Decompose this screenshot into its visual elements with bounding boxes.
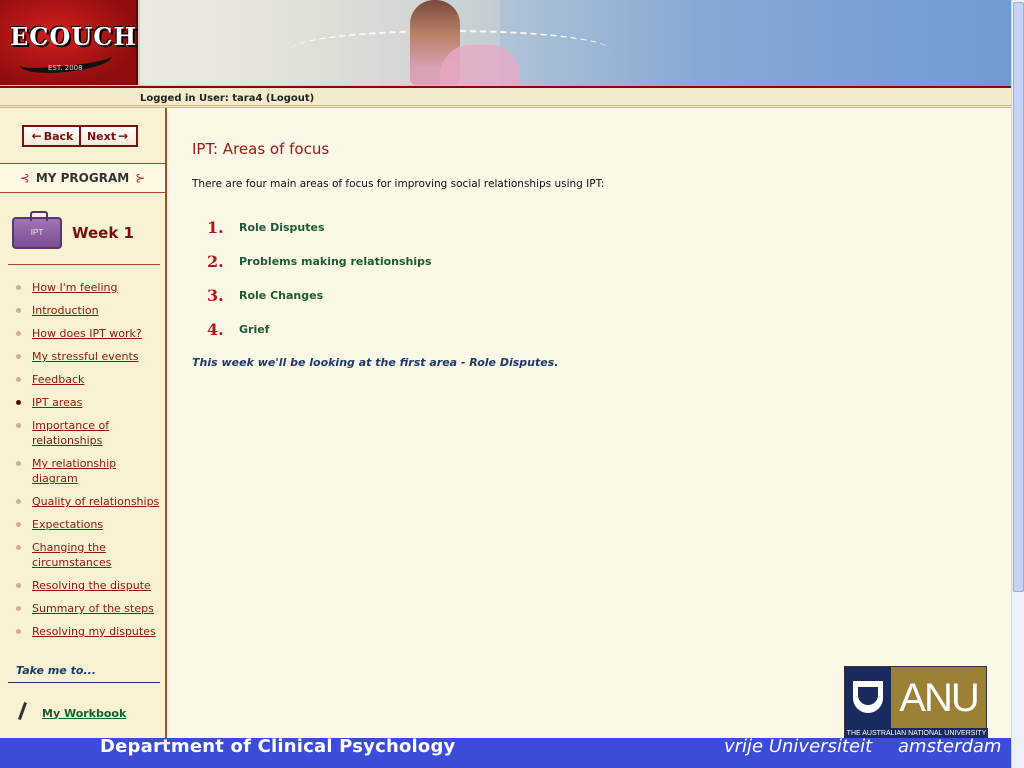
workbook-label: My Workbook (42, 706, 127, 720)
footer-university: vrije Universiteit (724, 736, 873, 757)
sidebar-item-changing-the-circumstances[interactable]: Changing the circumstances (14, 540, 164, 570)
bullet-icon (16, 583, 21, 588)
focus-text: Grief (239, 322, 270, 336)
footer-city: amsterdam (898, 736, 1002, 757)
anu-logo[interactable]: ANU THE AUSTRALIAN NATIONAL UNIVERSITY (844, 666, 988, 740)
bullet-icon (16, 499, 21, 504)
take-me-divider (8, 682, 160, 683)
week-note: This week we'll be looking at the first … (192, 356, 559, 369)
sidebar-item-importance-of-relationships[interactable]: Importance of relationships (14, 418, 164, 448)
week-label: Week 1 (72, 224, 134, 242)
logo-est: EST. 2008 (48, 64, 83, 72)
sidebar-item-feedback[interactable]: Feedback (14, 372, 164, 387)
bullet-icon (16, 354, 21, 359)
scrollbar-thumb[interactable] (1013, 2, 1024, 592)
page-root: ECOUCH EST. 2008 Logged in User: tara4 (… (0, 0, 1024, 768)
sidebar-item-introduction[interactable]: Introduction (14, 303, 164, 318)
sidebar-item-expectations[interactable]: Expectations (14, 517, 164, 532)
feather-right-icon: ⊱ (135, 171, 146, 185)
footer-bar: Department of Clinical Psychology vrije … (0, 738, 1011, 768)
sidebar-divider (8, 264, 160, 265)
bullet-icon (16, 629, 21, 634)
focus-number: 4. (207, 319, 224, 339)
collage-shirt (440, 45, 520, 85)
vertical-scrollbar[interactable] (1011, 0, 1024, 768)
sidebar-item-label: Feedback (32, 373, 85, 386)
login-status[interactable]: Logged in User: tara4 (Logout) (140, 93, 314, 104)
sidebar-item-how-does-ipt-work[interactable]: How does IPT work? (14, 326, 164, 341)
bullet-icon (16, 377, 21, 382)
sidebar-item-ipt-areas[interactable]: IPT areas (14, 395, 164, 410)
focus-number: 2. (207, 251, 224, 271)
arrow-right-icon: → (117, 129, 129, 143)
bullet-icon (16, 285, 21, 290)
bullet-icon (16, 461, 21, 466)
sidebar-item-label: How does IPT work? (32, 327, 142, 340)
arrow-left-icon: ← (31, 129, 42, 143)
bullet-icon (16, 545, 21, 550)
focus-text: Problems making relationships (239, 254, 432, 268)
page-title: IPT: Areas of focus (192, 140, 330, 158)
sidebar-item-label: Expectations (32, 518, 104, 531)
sidebar-item-label: IPT areas (32, 396, 83, 409)
bullet-icon (16, 606, 21, 611)
back-button[interactable]: ← Back (24, 127, 79, 145)
sidebar-item-label: Importance of relationships (32, 419, 110, 447)
sidebar-item-label: How I'm feeling (32, 281, 118, 294)
login-bar: Logged in User: tara4 (Logout) (0, 86, 1011, 108)
next-label: Next (86, 129, 116, 143)
ecouch-logo[interactable]: ECOUCH EST. 2008 (0, 0, 138, 85)
sidebar-item-label: Resolving the dispute (32, 579, 151, 592)
sidebar-item-label: Changing the circumstances (32, 541, 112, 569)
sidebar-item-resolving-the-dispute[interactable]: Resolving the dispute (14, 578, 164, 593)
bullet-icon (16, 522, 21, 527)
sidebar-item-how-i-m-feeling[interactable]: How I'm feeling (14, 280, 164, 295)
pencil-icon (16, 702, 28, 724)
sidebar-item-summary-of-the-steps[interactable]: Summary of the steps (14, 601, 164, 616)
my-program-label: MY PROGRAM (35, 171, 130, 185)
nav-buttons: ← Back Next → (22, 125, 138, 147)
sidebar-item-my-relationship-diagram[interactable]: My relationship diagram (14, 456, 164, 486)
sidebar-item-label: Introduction (32, 304, 99, 317)
intro-text: There are four main areas of focus for i… (192, 178, 605, 190)
main-content: IPT: Areas of focus There are four main … (167, 108, 1011, 740)
bullet-icon (16, 423, 21, 428)
my-program-header: ⊰ MY PROGRAM ⊱ (0, 163, 165, 193)
focus-number: 1. (207, 217, 224, 237)
footer-department: Department of Clinical Psychology (100, 736, 456, 757)
focus-item: 4. Grief (207, 312, 432, 346)
focus-item: 1. Role Disputes (207, 210, 432, 244)
focus-item: 3. Role Changes (207, 278, 432, 312)
sidebar-item-resolving-my-disputes[interactable]: Resolving my disputes (14, 624, 164, 639)
sidebar-item-label: Summary of the steps (32, 602, 154, 615)
workbook-link[interactable]: My Workbook (16, 702, 126, 724)
focus-number: 3. (207, 285, 224, 305)
header-collage (140, 0, 610, 85)
sidebar: ← Back Next → ⊰ MY PROGRAM ⊱ IPT Week 1 … (0, 108, 167, 740)
sidebar-item-label: Resolving my disputes (32, 625, 156, 638)
focus-text: Role Disputes (239, 220, 325, 234)
bullet-icon (16, 400, 21, 405)
bullet-icon (16, 331, 21, 336)
focus-list: 1. Role Disputes 2. Problems making relatio… (207, 210, 432, 346)
next-button[interactable]: Next → (79, 127, 136, 145)
logo-text: ECOUCH (10, 22, 138, 51)
briefcase-icon: IPT (12, 211, 62, 249)
sidebar-item-my-stressful-events[interactable]: My stressful events (14, 349, 164, 364)
feather-left-icon: ⊰ (19, 171, 30, 185)
back-label: Back (43, 129, 74, 143)
program-menu: How I'm feeling Introduction How does IPT … (14, 280, 164, 647)
header-banner: ECOUCH EST. 2008 (0, 0, 1011, 87)
sidebar-item-label: Quality of relationships (32, 495, 160, 508)
bullet-icon (16, 308, 21, 313)
focus-item: 2. Problems making relationships (207, 244, 432, 278)
sidebar-item-label: My stressful events (32, 350, 139, 363)
take-me-label: Take me to... (16, 664, 96, 677)
sidebar-item-quality-of-relationships[interactable]: Quality of relationships (14, 494, 164, 509)
sidebar-item-label: My relationship diagram (32, 457, 117, 485)
week-header: IPT Week 1 (12, 211, 160, 254)
focus-text: Role Changes (239, 288, 324, 302)
